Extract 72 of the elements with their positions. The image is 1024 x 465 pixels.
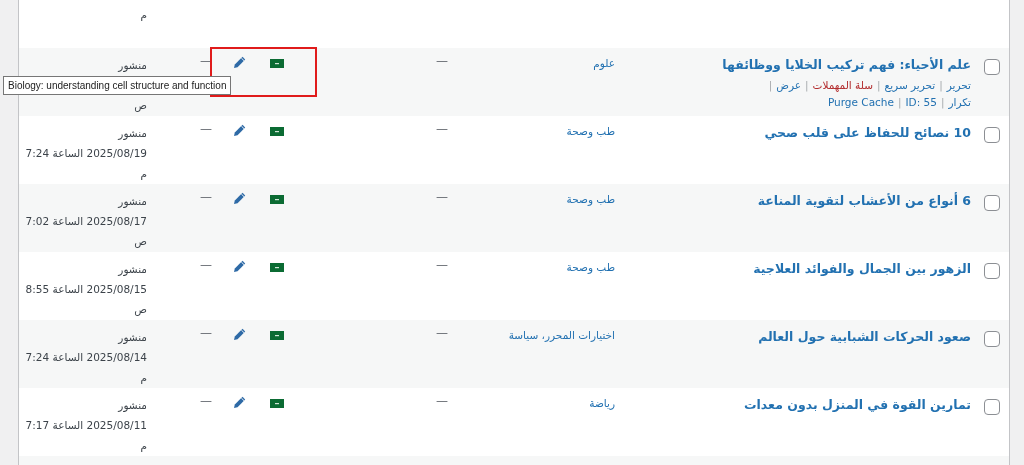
status-text: منشور bbox=[116, 126, 147, 142]
flag-icon[interactable] bbox=[270, 263, 284, 272]
comments-text: — bbox=[200, 190, 212, 204]
date-text: 2025/08/15 الساعة 8:55 bbox=[24, 282, 147, 297]
post-title-link[interactable]: 10 نصائح للحفاظ على قلب صحي bbox=[617, 123, 971, 143]
flag-icon[interactable] bbox=[270, 59, 284, 68]
flag-icon[interactable] bbox=[270, 399, 284, 408]
status-text: منشور bbox=[116, 194, 147, 210]
meridiem-text: م bbox=[139, 370, 147, 386]
tooltip: Biology: understanding cell structure and function bbox=[3, 76, 232, 95]
separator-text: | bbox=[805, 78, 809, 94]
comments-text: — bbox=[200, 122, 212, 136]
pencil-icon[interactable] bbox=[232, 328, 246, 341]
category-link[interactable]: طب وصحة bbox=[566, 193, 615, 205]
pencil-icon[interactable] bbox=[232, 260, 246, 273]
separator-text: | bbox=[877, 78, 881, 94]
row-action-link[interactable]: تحرير سريع bbox=[884, 77, 936, 94]
tags-text: — bbox=[436, 394, 448, 408]
flag-icon[interactable] bbox=[270, 331, 284, 340]
tags-text: — bbox=[436, 326, 448, 340]
category-link[interactable]: اختيارات المحرر، سياسة bbox=[508, 329, 615, 341]
date-text: 2025/08/19 الساعة 7:24 bbox=[24, 146, 147, 161]
comments-text: — bbox=[200, 394, 212, 408]
meridiem-text: ص bbox=[133, 234, 147, 250]
tags-text: — bbox=[436, 258, 448, 272]
meridiem-text: م bbox=[139, 166, 147, 182]
post-title-link[interactable]: الزهور بين الجمال والفوائد العلاجية bbox=[617, 259, 971, 279]
pencil-icon[interactable] bbox=[232, 396, 246, 409]
row-action-link[interactable]: تحرير bbox=[946, 77, 971, 94]
category-link[interactable]: علوم bbox=[593, 57, 615, 69]
separator-text: | bbox=[940, 95, 945, 111]
date-text: 2025/08/17 الساعة 7:02 bbox=[24, 214, 147, 229]
row-action-link[interactable]: Purge Cache bbox=[827, 94, 894, 111]
tags-text: — bbox=[436, 190, 448, 204]
date-text: م bbox=[139, 7, 147, 23]
post-title-link[interactable]: علم الأحياء: فهم تركيب الخلايا ووظائفها bbox=[617, 55, 971, 75]
meridiem-text: م bbox=[139, 438, 147, 454]
status-text: منشور bbox=[116, 398, 147, 414]
comments-text: — bbox=[200, 258, 212, 272]
pencil-icon[interactable] bbox=[232, 124, 246, 137]
post-title-link[interactable]: صعود الحركات الشبابية حول العالم bbox=[617, 327, 971, 347]
status-text: منشور bbox=[116, 330, 147, 346]
row-checkbox[interactable] bbox=[984, 195, 1000, 211]
separator-text: | bbox=[768, 78, 773, 94]
meridiem-text: ص bbox=[133, 98, 147, 114]
status-text: منشور bbox=[116, 58, 147, 74]
row-checkbox[interactable] bbox=[984, 263, 1000, 279]
comments-text: — bbox=[200, 326, 212, 340]
tags-text: — bbox=[436, 54, 448, 68]
post-title-link[interactable]: 6 أنواع من الأعشاب لتقوية المناعة bbox=[617, 191, 971, 211]
flag-icon[interactable] bbox=[270, 195, 284, 204]
row-action-link[interactable]: سلة المهملات bbox=[812, 77, 874, 94]
category-link[interactable]: طب وصحة bbox=[566, 261, 615, 273]
tags-text: — bbox=[436, 122, 448, 136]
pencil-icon[interactable] bbox=[232, 192, 246, 205]
category-link[interactable]: رياضة bbox=[589, 397, 615, 409]
separator-text: | bbox=[939, 78, 943, 94]
row-checkbox[interactable] bbox=[984, 59, 1000, 75]
row-checkbox[interactable] bbox=[984, 127, 1000, 143]
pencil-icon[interactable] bbox=[232, 56, 246, 69]
row-checkbox[interactable] bbox=[984, 399, 1000, 415]
category-link[interactable]: طب وصحة bbox=[566, 125, 615, 137]
meridiem-text: ص bbox=[133, 302, 147, 318]
row-action-link[interactable]: عرض bbox=[776, 77, 801, 94]
separator-text: | bbox=[897, 95, 902, 111]
row-checkbox[interactable] bbox=[984, 331, 1000, 347]
post-title-link[interactable]: تمارين القوة في المنزل بدون معدات bbox=[617, 395, 971, 415]
date-text: 2025/08/11 الساعة 7:17 bbox=[24, 418, 147, 433]
status-text: منشور bbox=[116, 262, 147, 278]
row-action-link[interactable]: تكرار bbox=[948, 94, 971, 111]
date-text: 2025/08/14 الساعة 7:24 bbox=[24, 350, 147, 365]
flag-icon[interactable] bbox=[270, 127, 284, 136]
